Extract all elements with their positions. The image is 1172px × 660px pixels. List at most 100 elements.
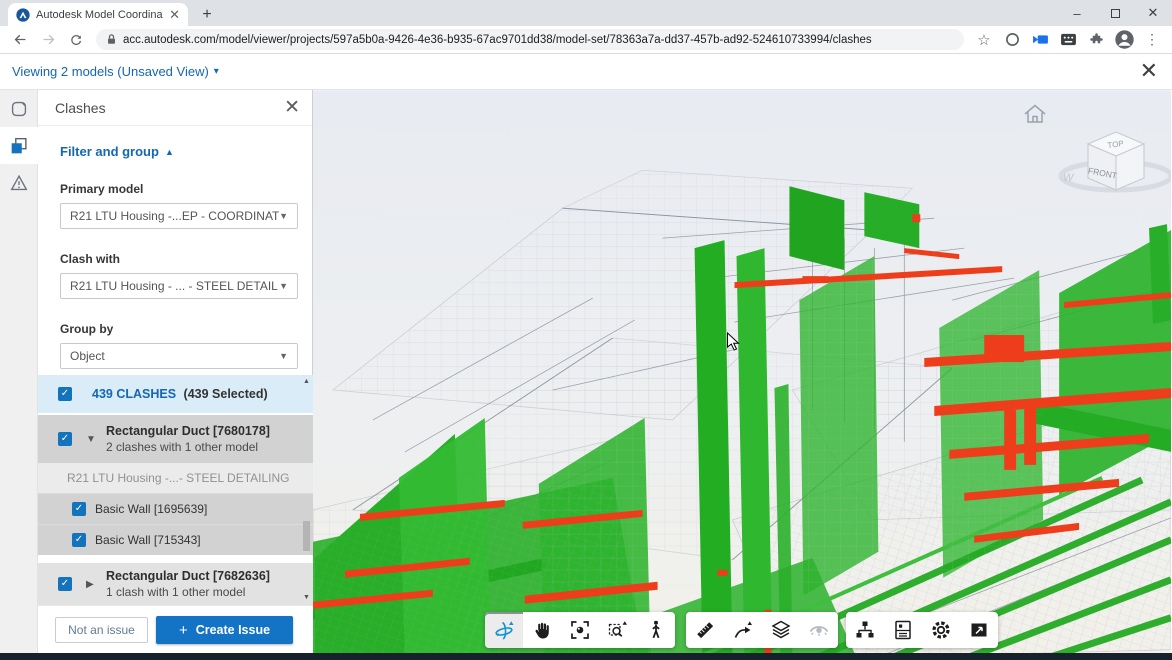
measure-tool-button[interactable] — [686, 612, 724, 648]
model-browser-tool-button[interactable] — [846, 612, 884, 648]
browser-menu-kebab-icon[interactable]: ⋮ — [1140, 29, 1164, 51]
clash-selected-count: (439 Selected) — [184, 387, 268, 401]
model-tree-icon — [853, 618, 877, 642]
item-checkbox[interactable] — [72, 502, 86, 516]
tab-close-icon[interactable]: ✕ — [169, 8, 180, 21]
list-scrollbar[interactable]: ▲ ▼ — [301, 375, 312, 605]
item-checkbox[interactable] — [72, 533, 86, 547]
clash-group-subtitle: 1 clash with 1 other model — [106, 585, 270, 599]
profile-avatar[interactable] — [1112, 29, 1136, 51]
zoom-window-icon — [606, 618, 630, 642]
new-tab-button[interactable]: + — [196, 4, 218, 26]
fit-to-view-tool-button[interactable] — [561, 612, 599, 648]
browser-tabstrip: Autodesk Model Coordination ✕ + – ✕ — [0, 0, 1172, 26]
close-viewer-button[interactable]: ✕ — [1140, 58, 1158, 84]
filter-and-group-toggle[interactable]: Filter and group ▲ — [60, 144, 312, 159]
create-issue-button[interactable]: + Create Issue — [156, 616, 293, 644]
reload-icon — [68, 32, 84, 48]
viewing-bar: Viewing 2 models (Unsaved View) ▾ ✕ — [0, 54, 1172, 90]
home-view-button[interactable] — [1018, 100, 1052, 130]
settings-tool-button[interactable] — [922, 612, 960, 648]
scroll-up-arrow[interactable]: ▲ — [301, 377, 312, 387]
model-3d-scene[interactable] — [313, 90, 1171, 660]
browser-tab[interactable]: Autodesk Model Coordination ✕ — [8, 3, 188, 26]
keyboard-extension-icon[interactable] — [1056, 29, 1080, 51]
clash-with-select[interactable]: R21 LTU Housing - ... - STEEL DETAILING … — [60, 273, 298, 299]
clashes-panel-header: Clashes ✕ — [38, 90, 312, 126]
panel-footer: Not an issue + Create Issue — [38, 605, 313, 653]
issues-panel-button[interactable] — [0, 164, 38, 201]
clash-group-row[interactable]: ▶ Rectangular Duct [7682636] 1 clash wit… — [38, 561, 313, 605]
app-window: Autodesk Model Coordination ✕ + – ✕ — [0, 0, 1172, 660]
primary-model-select[interactable]: R21 LTU Housing -...EP - COORDINATION ▼ — [60, 203, 298, 229]
forward-button[interactable] — [36, 28, 60, 52]
screen-share-extension-icon[interactable] — [1028, 29, 1052, 51]
window-close-button[interactable]: ✕ — [1134, 0, 1172, 26]
first-person-tool-button[interactable] — [637, 612, 675, 648]
extensions-puzzle-icon[interactable] — [1084, 29, 1108, 51]
chevron-up-icon: ▲ — [165, 147, 174, 157]
orbit-tool-button[interactable] — [485, 612, 523, 648]
group-by-value: Object — [70, 349, 279, 363]
primary-model-label: Primary model — [60, 182, 312, 196]
record-extension-icon[interactable] — [1000, 29, 1024, 51]
reload-button[interactable] — [64, 28, 88, 52]
navigation-toolbar — [485, 612, 675, 648]
pan-hand-icon — [530, 618, 554, 642]
levels-tool-button[interactable] — [762, 612, 800, 648]
models-panel-button[interactable] — [0, 90, 38, 127]
model-viewport[interactable]: W TOP FRONT — [313, 90, 1171, 660]
group-by-label: Group by — [60, 322, 312, 336]
chevron-down-icon: ▾ — [214, 66, 219, 77]
group-checkbox[interactable] — [58, 577, 72, 591]
fit-to-view-icon — [568, 618, 592, 642]
group-by-select[interactable]: Object ▼ — [60, 343, 298, 369]
measure-ruler-icon — [693, 618, 717, 642]
not-an-issue-button[interactable]: Not an issue — [55, 617, 148, 643]
clash-group-subtitle: 2 clashes with 1 other model — [106, 440, 270, 454]
forward-arrow-icon — [40, 31, 57, 48]
pan-tool-button[interactable] — [523, 612, 561, 648]
zoom-window-tool-button[interactable] — [599, 612, 637, 648]
plus-icon: + — [179, 622, 188, 639]
puzzle-icon — [1089, 32, 1104, 47]
chevron-down-icon: ▼ — [279, 211, 288, 221]
clash-summary-row[interactable]: 439 CLASHES (439 Selected) — [38, 375, 313, 413]
chevron-down-icon[interactable]: ▼ — [86, 434, 96, 445]
camera-icon — [1032, 33, 1049, 46]
fullscreen-tool-button[interactable] — [960, 612, 998, 648]
url-bar[interactable]: acc.autodesk.com/model/viewer/projects/5… — [96, 29, 964, 50]
clash-item-row[interactable]: Basic Wall [1695639] — [38, 493, 313, 524]
chevron-down-icon: ▼ — [279, 351, 288, 361]
viewing-models-dropdown[interactable]: Viewing 2 models (Unsaved View) ▾ — [12, 64, 219, 79]
avatar-icon — [1114, 29, 1135, 50]
filter-toggle-label: Filter and group — [60, 144, 159, 159]
window-maximize-button[interactable] — [1096, 0, 1134, 26]
url-text: acc.autodesk.com/model/viewer/projects/5… — [123, 34, 872, 46]
back-button[interactable] — [8, 28, 32, 52]
view-cube[interactable]: W TOP FRONT — [1058, 118, 1171, 198]
autodesk-favicon — [16, 8, 30, 22]
left-tool-rail — [0, 90, 38, 660]
clash-with-value: R21 LTU Housing - ... - STEEL DETAILING — [70, 279, 279, 293]
eye-icon — [807, 618, 831, 642]
clashes-panel-button[interactable] — [0, 127, 38, 164]
chevron-right-icon[interactable]: ▶ — [86, 579, 96, 590]
scrollbar-thumb[interactable] — [303, 521, 310, 551]
bookmark-star-icon[interactable]: ☆ — [972, 29, 996, 51]
select-all-checkbox[interactable] — [58, 387, 72, 401]
clash-item-row[interactable]: Basic Wall [715343] — [38, 524, 313, 555]
clash-with-label: Clash with — [60, 252, 312, 266]
panel-close-icon[interactable]: ✕ — [284, 95, 300, 121]
window-minimize-button[interactable]: – — [1058, 0, 1096, 26]
viewing-models-label: Viewing 2 models (Unsaved View) — [12, 64, 209, 79]
clash-group-row[interactable]: ▼ Rectangular Duct [7680178] 2 clashes w… — [38, 413, 313, 463]
group-checkbox[interactable] — [58, 432, 72, 446]
markup-tool-button[interactable] — [724, 612, 762, 648]
viewcube-west-label[interactable]: W — [1063, 172, 1075, 184]
properties-tool-button[interactable] — [884, 612, 922, 648]
analyze-toolbar — [686, 612, 838, 648]
clash-item-label: Basic Wall [1695639] — [95, 502, 207, 516]
scroll-down-arrow[interactable]: ▼ — [301, 593, 312, 603]
visibility-tool-button[interactable] — [800, 612, 838, 648]
